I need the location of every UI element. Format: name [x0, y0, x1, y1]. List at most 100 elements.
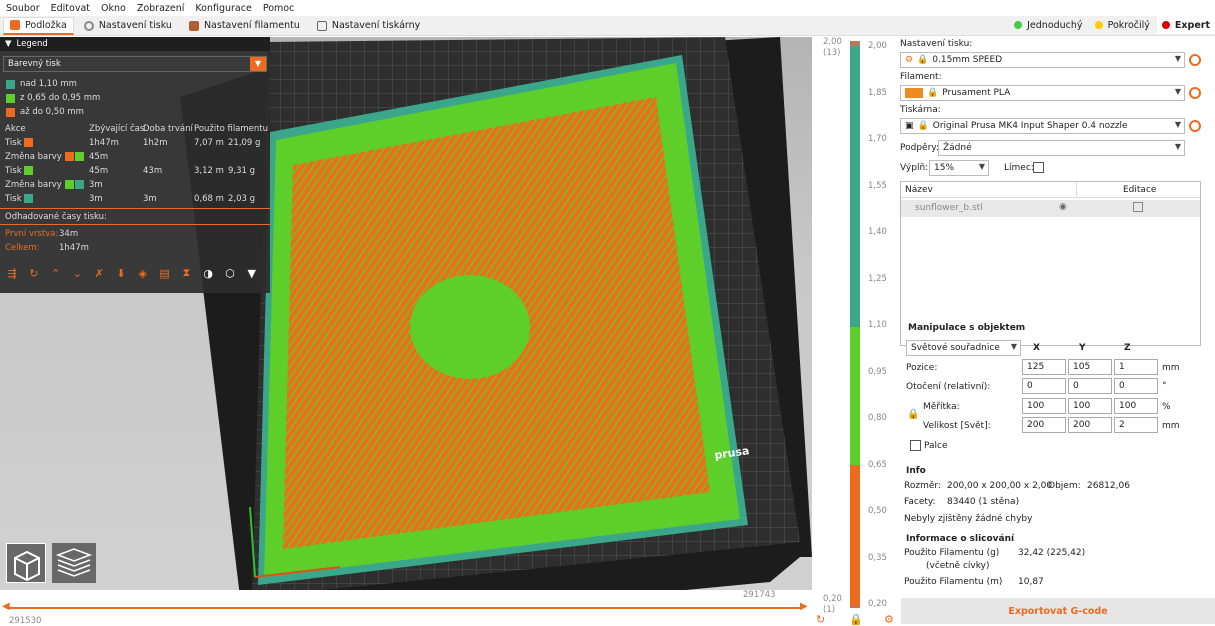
horizontal-slider[interactable]: ◀ ▶ 291743 291530	[0, 590, 812, 626]
slider-tick-label: 0,95	[868, 366, 887, 377]
tab-filament-settings[interactable]: Nastavení filamentu	[182, 17, 307, 35]
seams-icon[interactable]: ✗	[91, 265, 107, 281]
view-layers-button[interactable]	[52, 543, 96, 583]
swatch	[24, 166, 34, 175]
cog-icon[interactable]: ↻	[816, 613, 825, 626]
edit-icon[interactable]	[1133, 202, 1143, 212]
chevron-down-icon: ▼	[1174, 54, 1181, 63]
layers-icon	[55, 548, 93, 577]
lock-icon[interactable]: 🔒	[849, 613, 863, 626]
menu-item-5[interactable]: Pomoc	[263, 3, 295, 14]
supports-select[interactable]: Žádné ▼	[938, 140, 1185, 156]
position-y-input[interactable]: 105	[1068, 359, 1112, 375]
tab-print-settings[interactable]: Nastavení tisku	[77, 17, 179, 35]
object-list: Název Editace sunflower_b.stl ◉	[900, 181, 1201, 346]
lock-icon: 🔒	[917, 55, 929, 65]
chevron-down-icon: ▼	[1010, 342, 1017, 351]
rotation-x-input[interactable]: 0	[1022, 378, 1066, 394]
travel-icon[interactable]: ⇶	[4, 265, 20, 281]
size-z-input[interactable]: 2	[1114, 417, 1158, 433]
slider-tick-label: 1,10	[868, 320, 887, 330]
filament-select[interactable]: 🔒 Prusament PLA ▼	[900, 85, 1185, 101]
export-gcode-button[interactable]: Exportovat G-code	[901, 598, 1215, 624]
eye-icon[interactable]: ◉	[1059, 202, 1067, 212]
coords-select[interactable]: Světové souřadnice ▼	[906, 340, 1021, 356]
retraction-icon[interactable]: ⌃	[48, 265, 64, 281]
tab-printer-settings[interactable]: Nastavení tiskárny	[310, 17, 427, 35]
estimated-times-label: Odhadované časy tisku:	[5, 212, 107, 222]
printer-select[interactable]: ▣ 🔒 Original Prusa MK4 Input Shaper 0.4 no…	[900, 118, 1185, 134]
wipe-icon[interactable]: ↻	[26, 265, 42, 281]
settings-gear-icon[interactable]: ⚙	[884, 613, 894, 626]
position-z-input[interactable]: 1	[1114, 359, 1158, 375]
hslider-right-arrow-icon[interactable]: ▶	[800, 601, 808, 612]
slider-bottom-value: 0,20	[823, 594, 842, 604]
chevron-down-icon: ▼	[1174, 142, 1181, 151]
position-x-input[interactable]: 125	[1022, 359, 1066, 375]
slider-thumb-top[interactable]	[853, 41, 857, 45]
menu-item-2[interactable]: Okno	[101, 3, 126, 14]
right-sidebar: Nastavení tisku: ⚙ 🔒 0.15mm SPEED ▼ Filamen…	[896, 37, 1215, 625]
menu-item-3[interactable]: Zobrazení	[137, 3, 185, 14]
view-3d-button[interactable]	[6, 543, 46, 583]
mode-advanced[interactable]: Pokročilý	[1090, 16, 1155, 34]
shells-icon[interactable]: ⬡	[222, 265, 238, 281]
swatch	[74, 180, 84, 189]
slider-tick-label: 0,65	[868, 459, 887, 470]
mode-expert[interactable]: Expert	[1156, 16, 1215, 34]
hslider-track	[8, 607, 802, 609]
mode-simple[interactable]: Jednoduchý	[1009, 16, 1087, 34]
print-settings-select[interactable]: ⚙ 🔒 0.15mm SPEED ▼	[900, 52, 1185, 68]
slider-tick-label: 1,55	[868, 180, 887, 191]
size-y-input[interactable]: 200	[1068, 417, 1112, 433]
inches-checkbox[interactable]	[910, 440, 921, 451]
infill-select[interactable]: 15% ▼	[929, 160, 989, 176]
view-type-select[interactable]: Barevný tisk ▼	[3, 56, 267, 72]
size-x-input[interactable]: 200	[1022, 417, 1066, 433]
chevron-down-icon: ▼	[1174, 120, 1181, 129]
filament-edit-icon[interactable]	[1189, 87, 1201, 99]
rotation-y-input[interactable]: 0	[1068, 378, 1112, 394]
printer-icon	[316, 20, 327, 31]
layer-slider[interactable]: 2,00 (13) 2,00 1,85 1,70 1,55 1,40 1,25 1,10 0,…	[813, 37, 896, 626]
center-of-gravity-icon[interactable]: ◑	[200, 265, 216, 281]
tab-plater[interactable]: Podložka	[3, 16, 74, 35]
menu-item-0[interactable]: Soubor	[6, 3, 40, 14]
legend-toolbar: ⇶ ↻ ⌃ ⌄ ✗ ⬇ ◈ ▤ ⧗ ◑ ⬡ ▼	[4, 265, 266, 281]
scale-z-input[interactable]: 100	[1114, 398, 1158, 414]
mode-dot-icon	[1094, 21, 1103, 29]
slider-tick-label: 1,70	[868, 134, 887, 144]
column-header-edit: Editace	[1123, 185, 1157, 195]
deretraction-icon[interactable]: ⌄	[69, 265, 85, 281]
menu-bar: Soubor Editovat Okno Zobrazení Konfigurace Po…	[0, 0, 1215, 16]
tool-change-icon[interactable]: ⬇	[113, 265, 129, 281]
scale-x-input[interactable]: 100	[1022, 398, 1066, 414]
printer-edit-icon[interactable]	[1189, 120, 1201, 132]
menu-item-4[interactable]: Konfigurace	[195, 3, 251, 14]
list-item[interactable]: sunflower_b.stl ◉	[901, 200, 1200, 217]
mode-dot-icon	[1161, 21, 1170, 29]
brim-checkbox[interactable]	[1033, 162, 1044, 173]
slider-band-high	[850, 47, 860, 327]
scale-y-input[interactable]: 100	[1068, 398, 1112, 414]
swatch	[64, 180, 74, 189]
menu-item-1[interactable]: Editovat	[51, 3, 90, 14]
collapse-triangle-icon: ▼	[5, 39, 12, 49]
hslider-left-arrow-icon[interactable]: ◀	[2, 601, 10, 612]
lock-icon: 🔒	[917, 121, 929, 131]
pause-icon[interactable]: ▤	[157, 265, 173, 281]
filament-color-swatch	[905, 88, 923, 98]
legend-header[interactable]: ▼ Legend	[0, 37, 270, 51]
color-change-icon[interactable]: ◈	[135, 265, 151, 281]
rotation-z-input[interactable]: 0	[1114, 378, 1158, 394]
tab-bar: Podložka Nastavení tisku Nastavení filam…	[0, 16, 1215, 36]
lock-icon[interactable]: 🔒	[907, 409, 919, 420]
swatch	[24, 194, 34, 203]
sunflower-center	[410, 275, 530, 379]
tool-marker-icon[interactable]: ▼	[244, 265, 260, 281]
swatch	[6, 107, 15, 117]
print-settings-edit-icon[interactable]	[1189, 54, 1201, 66]
slider-tick-label: 0,50	[868, 506, 887, 516]
custom-gcode-icon[interactable]: ⧗	[178, 265, 194, 281]
column-header-name: Název	[905, 185, 933, 195]
